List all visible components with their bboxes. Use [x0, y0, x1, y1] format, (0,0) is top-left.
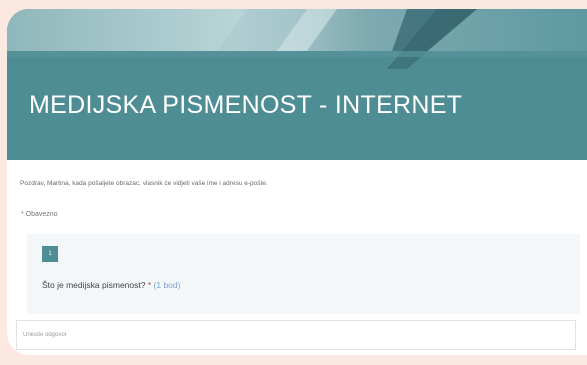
question-number-badge: 1 — [42, 246, 58, 262]
form-window: MEDIJSKA PISMENOST - INTERNET Pozdrav, M… — [7, 9, 587, 355]
required-star: * — [147, 280, 152, 290]
form-title: MEDIJSKA PISMENOST - INTERNET — [29, 91, 463, 119]
question-card: 1 Što je medijska pismenost? * (1 bod) — [27, 234, 580, 314]
account-info-text: Pozdrav, Martina, kada pošaljete obrazac… — [20, 180, 268, 187]
form-header-banner: MEDIJSKA PISMENOST - INTERNET — [7, 9, 587, 160]
question-text: Što je medijska pismenost? — [42, 280, 146, 290]
required-note: * Obavezno — [21, 211, 58, 218]
question-points: (1 bod) — [153, 280, 181, 290]
question-label: Što je medijska pismenost? * (1 bod) — [42, 280, 180, 290]
answer-input[interactable] — [16, 320, 576, 350]
banner-shapes — [7, 9, 587, 69]
